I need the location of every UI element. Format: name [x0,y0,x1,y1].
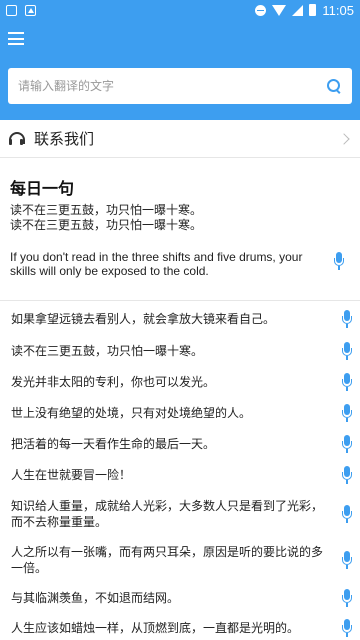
signal-icon [292,4,304,16]
quote-text: 人之所以有一张嘴，而有两只耳朵，原因是听的要比说的多一倍。 [11,545,324,575]
quote-item[interactable]: 与其临渊羡鱼，不如退而结网。 [0,582,360,613]
notification-icons [6,4,36,16]
chevron-right-icon [338,132,350,145]
daily-sentence-section: 每日一句 读不在三更五鼓，功只怕一曝十寒。 读不在三更五鼓，功只怕一曝十寒。 I… [0,158,360,278]
status-time: 11:05 [322,2,354,18]
battery-icon [309,4,317,16]
quote-text: 人生在世就要冒一险！ [11,467,132,482]
quote-item[interactable]: 如果拿望远镜去看别人，就会拿放大镜来看自己。 [0,302,360,335]
search-area [0,58,360,120]
contact-us-label: 联系我们 [34,130,95,148]
daily-sentence-title: 每日一句 [10,179,75,198]
microphone-icon[interactable] [342,588,352,607]
daily-sentence-english: If you don't read in the three shifts an… [10,250,303,278]
microphone-icon[interactable] [342,619,352,637]
quote-text: 把活着的每一天看作生命的最后一天。 [11,436,216,451]
quote-text: 读不在三更五鼓，功只怕一曝十寒。 [11,343,204,358]
notification-icon [6,4,17,16]
status-bar: 11:05 [0,0,360,20]
daily-sentence-chinese: 读不在三更五鼓，功只怕一曝十寒。 读不在三更五鼓，功只怕一曝十寒。 [10,203,350,233]
quote-item[interactable]: 人生应该如蜡烛一样，从顶燃到底，一直都是光明的。 [0,613,360,640]
quote-item[interactable]: 世上没有绝望的处境，只有对处境绝望的人。 [0,397,360,428]
notification-icon [25,4,36,16]
contact-us-row[interactable]: 联系我们 [0,120,360,158]
daily-sentence-chinese-line: 读不在三更五鼓，功只怕一曝十寒。 [10,203,203,217]
microphone-icon[interactable] [342,434,352,453]
microphone-icon[interactable] [342,403,352,422]
quote-text: 知识给人重量，成就给人光彩，大多数人只是看到了光彩，而不去称量重量。 [11,499,324,529]
microphone-icon[interactable] [342,372,352,391]
system-icons: 11:05 [255,3,354,18]
daily-sentence-chinese-line: 读不在三更五鼓，功只怕一曝十寒。 [10,218,203,232]
quote-item[interactable]: 发光并非太阳的专利，你也可以发光。 [0,366,360,397]
microphone-icon[interactable] [342,551,352,569]
quote-item[interactable]: 人之所以有一张嘴，而有两只耳朵，原因是听的要比说的多一倍。 [0,538,360,582]
app-bar [0,20,360,58]
search-box [8,68,352,104]
daily-sentence-english-row: If you don't read in the three shifts an… [10,250,350,278]
quote-item[interactable]: 把活着的每一天看作生命的最后一天。 [0,428,360,459]
quote-text: 发光并非太阳的专利，你也可以发光。 [11,374,216,389]
search-input[interactable] [18,79,326,93]
quote-list: 如果拿望远镜去看别人，就会拿放大镜来看自己。 读不在三更五鼓，功只怕一曝十寒。 … [0,302,360,640]
do-not-disturb-icon [255,4,267,16]
microphone-icon[interactable] [342,505,352,523]
quote-item[interactable]: 人生在世就要冒一险！ [0,459,360,490]
quote-text: 与其临渊羡鱼，不如退而结网。 [11,590,180,605]
search-icon[interactable] [326,78,342,94]
wifi-icon [272,4,287,16]
divider [0,300,360,301]
quote-item[interactable]: 读不在三更五鼓，功只怕一曝十寒。 [0,335,360,366]
microphone-icon[interactable] [342,309,352,328]
headset-icon [8,130,26,148]
menu-icon[interactable] [8,32,24,45]
quote-text: 如果拿望远镜去看别人，就会拿放大镜来看自己。 [11,311,276,326]
microphone-icon[interactable] [342,341,352,360]
quote-item[interactable]: 知识给人重量，成就给人光彩，大多数人只是看到了光彩，而不去称量重量。 [0,490,360,538]
microphone-icon[interactable] [334,252,344,270]
quote-text: 世上没有绝望的处境，只有对处境绝望的人。 [11,405,252,420]
microphone-icon[interactable] [342,465,352,484]
quote-text: 人生应该如蜡烛一样，从顶燃到底，一直都是光明的。 [11,621,300,635]
